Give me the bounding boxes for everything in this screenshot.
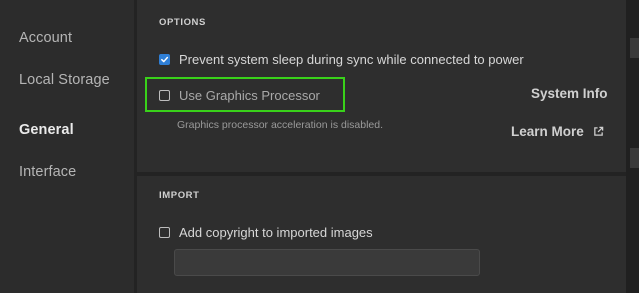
add-copyright-label: Add copyright to imported images	[179, 225, 373, 240]
sidebar: Account Local Storage General Interface	[0, 0, 134, 293]
checkmark-icon	[161, 56, 169, 63]
options-section-title: OPTIONS	[159, 17, 206, 28]
edge-tab-top	[630, 38, 639, 58]
system-info-link[interactable]: System Info	[531, 86, 608, 101]
sidebar-item-account[interactable]: Account	[19, 30, 72, 46]
prevent-sleep-label: Prevent system sleep during sync while c…	[179, 52, 524, 67]
graphics-processor-row[interactable]: Use Graphics Processor	[159, 88, 320, 103]
import-section-title: IMPORT	[159, 190, 200, 201]
sidebar-item-general[interactable]: General	[19, 122, 74, 138]
learn-more-link[interactable]: Learn More	[511, 124, 604, 139]
system-info-label: System Info	[531, 86, 608, 101]
options-panel: OPTIONS Prevent system sleep during sync…	[137, 0, 626, 172]
add-copyright-checkbox[interactable]	[159, 227, 170, 238]
settings-content: OPTIONS Prevent system sleep during sync…	[134, 0, 639, 293]
prevent-sleep-checkbox[interactable]	[159, 54, 170, 65]
graphics-processor-hint: Graphics processor acceleration is disab…	[177, 119, 384, 131]
add-copyright-row[interactable]: Add copyright to imported images	[159, 225, 373, 240]
copyright-text-field[interactable]	[174, 249, 480, 276]
graphics-processor-label: Use Graphics Processor	[179, 88, 320, 103]
preferences-window: Account Local Storage General Interface …	[0, 0, 639, 293]
sidebar-item-interface[interactable]: Interface	[19, 164, 76, 180]
graphics-processor-checkbox[interactable]	[159, 90, 170, 101]
sidebar-item-local-storage[interactable]: Local Storage	[19, 72, 110, 88]
prevent-sleep-row[interactable]: Prevent system sleep during sync while c…	[159, 52, 524, 67]
learn-more-label: Learn More	[511, 124, 584, 139]
external-link-icon	[593, 126, 604, 136]
right-edge-strip	[626, 0, 639, 293]
edge-tab-bottom	[630, 148, 639, 168]
